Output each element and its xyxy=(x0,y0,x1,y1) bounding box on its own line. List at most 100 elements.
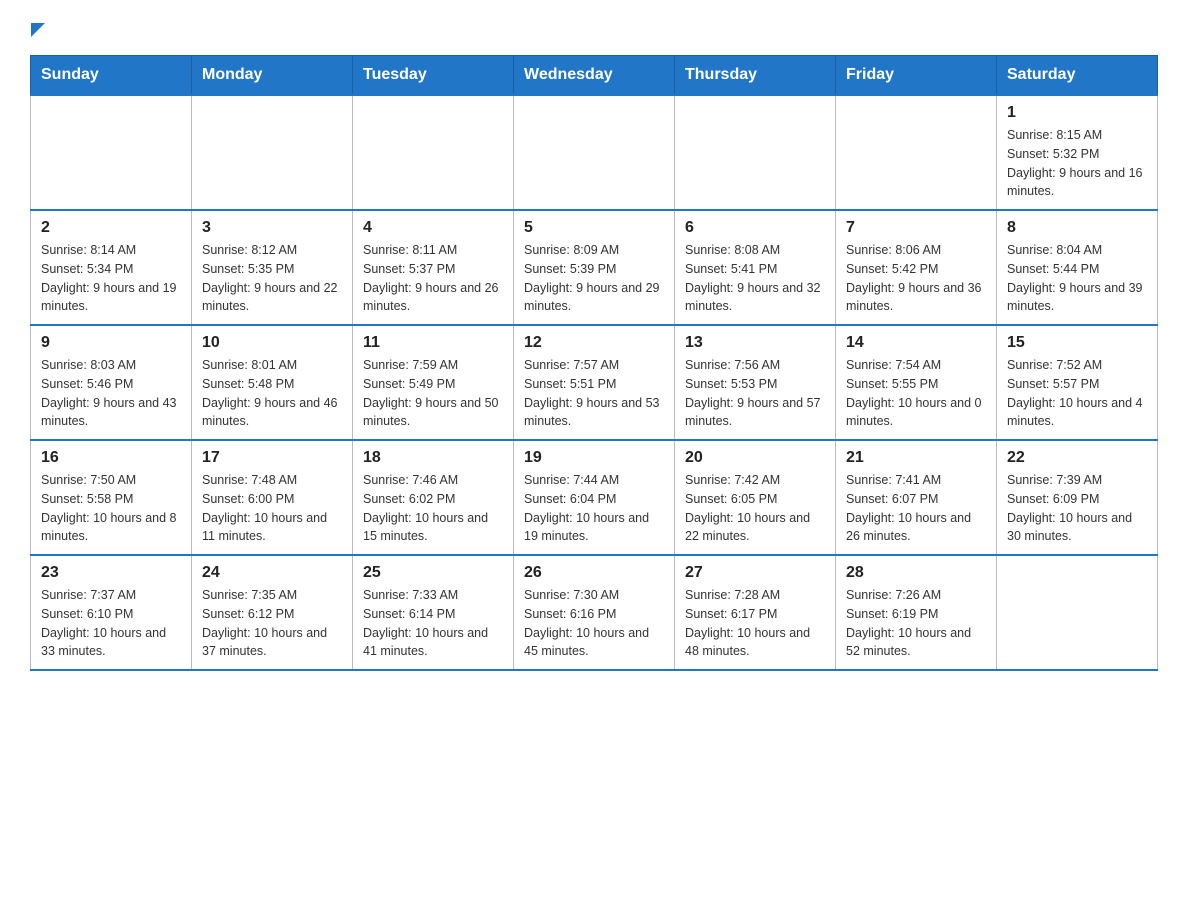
calendar-day-cell: 27 Sunrise: 7:28 AM Sunset: 6:17 PM Dayli… xyxy=(675,555,836,670)
day-number: 25 xyxy=(363,564,503,582)
calendar-day-cell: 1Sunrise: 8:15 AM Sunset: 5:32 PM Daylig… xyxy=(997,95,1158,210)
day-info: Sunrise: 8:08 AM Sunset: 5:41 PM Dayligh… xyxy=(685,241,825,316)
calendar-day-cell: 10 Sunrise: 8:01 AM Sunset: 5:48 PM Dayli… xyxy=(192,325,353,440)
calendar-day-cell: 24 Sunrise: 7:35 AM Sunset: 6:12 PM Dayli… xyxy=(192,555,353,670)
calendar-day-cell: 25 Sunrise: 7:33 AM Sunset: 6:14 PM Dayli… xyxy=(353,555,514,670)
calendar-day-cell: 6 Sunrise: 8:08 AM Sunset: 5:41 PM Daylig… xyxy=(675,210,836,325)
day-number: 28 xyxy=(846,564,986,582)
day-of-week-header: Monday xyxy=(192,56,353,96)
calendar-day-cell xyxy=(353,95,514,210)
calendar-day-cell: 28 Sunrise: 7:26 AM Sunset: 6:19 PM Dayli… xyxy=(836,555,997,670)
calendar-day-cell: 5Sunrise: 8:09 AM Sunset: 5:39 PM Daylig… xyxy=(514,210,675,325)
day-number: 3 xyxy=(202,219,342,237)
calendar-day-cell: 26 Sunrise: 7:30 AM Sunset: 6:16 PM Dayli… xyxy=(514,555,675,670)
calendar-day-cell: 23 Sunrise: 7:37 AM Sunset: 6:10 PM Dayli… xyxy=(31,555,192,670)
day-info: Sunrise: 8:11 AM Sunset: 5:37 PM Dayligh… xyxy=(363,241,503,316)
day-info: Sunrise: 7:28 AM Sunset: 6:17 PM Dayligh… xyxy=(685,586,825,661)
calendar-day-cell: 21 Sunrise: 7:41 AM Sunset: 6:07 PM Dayli… xyxy=(836,440,997,555)
calendar-week-row: 1Sunrise: 8:15 AM Sunset: 5:32 PM Daylig… xyxy=(31,95,1158,210)
calendar-week-row: 9 Sunrise: 8:03 AM Sunset: 5:46 PM Daylig… xyxy=(31,325,1158,440)
day-number: 4 xyxy=(363,219,503,237)
day-number: 26 xyxy=(524,564,664,582)
calendar-day-cell xyxy=(31,95,192,210)
day-number: 8 xyxy=(1007,219,1147,237)
day-number: 19 xyxy=(524,449,664,467)
calendar-day-cell xyxy=(514,95,675,210)
calendar-header-row: SundayMondayTuesdayWednesdayThursdayFrid… xyxy=(31,56,1158,96)
day-number: 15 xyxy=(1007,334,1147,352)
logo xyxy=(30,20,45,37)
day-number: 11 xyxy=(363,334,503,352)
day-number: 9 xyxy=(41,334,181,352)
day-info: Sunrise: 7:59 AM Sunset: 5:49 PM Dayligh… xyxy=(363,356,503,431)
day-of-week-header: Tuesday xyxy=(353,56,514,96)
day-of-week-header: Thursday xyxy=(675,56,836,96)
day-info: Sunrise: 7:37 AM Sunset: 6:10 PM Dayligh… xyxy=(41,586,181,661)
calendar-day-cell: 17 Sunrise: 7:48 AM Sunset: 6:00 PM Dayli… xyxy=(192,440,353,555)
day-number: 20 xyxy=(685,449,825,467)
day-info: Sunrise: 8:06 AM Sunset: 5:42 PM Dayligh… xyxy=(846,241,986,316)
day-info: Sunrise: 7:48 AM Sunset: 6:00 PM Dayligh… xyxy=(202,471,342,546)
day-number: 24 xyxy=(202,564,342,582)
calendar-day-cell: 2 Sunrise: 8:14 AM Sunset: 5:34 PM Daylig… xyxy=(31,210,192,325)
day-info: Sunrise: 7:26 AM Sunset: 6:19 PM Dayligh… xyxy=(846,586,986,661)
day-number: 6 xyxy=(685,219,825,237)
day-number: 21 xyxy=(846,449,986,467)
day-of-week-header: Friday xyxy=(836,56,997,96)
day-number: 14 xyxy=(846,334,986,352)
calendar-day-cell: 13 Sunrise: 7:56 AM Sunset: 5:53 PM Dayli… xyxy=(675,325,836,440)
calendar-day-cell: 8 Sunrise: 8:04 AM Sunset: 5:44 PM Daylig… xyxy=(997,210,1158,325)
page-header xyxy=(30,20,1158,37)
day-number: 12 xyxy=(524,334,664,352)
day-number: 13 xyxy=(685,334,825,352)
day-number: 18 xyxy=(363,449,503,467)
day-info: Sunrise: 7:39 AM Sunset: 6:09 PM Dayligh… xyxy=(1007,471,1147,546)
calendar-week-row: 23 Sunrise: 7:37 AM Sunset: 6:10 PM Dayli… xyxy=(31,555,1158,670)
day-info: Sunrise: 7:54 AM Sunset: 5:55 PM Dayligh… xyxy=(846,356,986,431)
day-number: 7 xyxy=(846,219,986,237)
day-number: 10 xyxy=(202,334,342,352)
day-info: Sunrise: 7:46 AM Sunset: 6:02 PM Dayligh… xyxy=(363,471,503,546)
calendar-day-cell: 18 Sunrise: 7:46 AM Sunset: 6:02 PM Dayli… xyxy=(353,440,514,555)
day-number: 27 xyxy=(685,564,825,582)
day-info: Sunrise: 8:04 AM Sunset: 5:44 PM Dayligh… xyxy=(1007,241,1147,316)
calendar-day-cell: 22 Sunrise: 7:39 AM Sunset: 6:09 PM Dayli… xyxy=(997,440,1158,555)
calendar-day-cell xyxy=(675,95,836,210)
calendar-day-cell xyxy=(836,95,997,210)
day-info: Sunrise: 7:35 AM Sunset: 6:12 PM Dayligh… xyxy=(202,586,342,661)
day-number: 2 xyxy=(41,219,181,237)
day-of-week-header: Saturday xyxy=(997,56,1158,96)
day-of-week-header: Wednesday xyxy=(514,56,675,96)
calendar-day-cell: 12 Sunrise: 7:57 AM Sunset: 5:51 PM Dayli… xyxy=(514,325,675,440)
day-info: Sunrise: 7:50 AM Sunset: 5:58 PM Dayligh… xyxy=(41,471,181,546)
calendar-day-cell: 20 Sunrise: 7:42 AM Sunset: 6:05 PM Dayli… xyxy=(675,440,836,555)
day-number: 16 xyxy=(41,449,181,467)
logo-arrow-icon xyxy=(31,23,45,37)
day-number: 17 xyxy=(202,449,342,467)
calendar-day-cell xyxy=(192,95,353,210)
day-info: Sunrise: 7:57 AM Sunset: 5:51 PM Dayligh… xyxy=(524,356,664,431)
calendar-day-cell: 14 Sunrise: 7:54 AM Sunset: 5:55 PM Dayli… xyxy=(836,325,997,440)
day-info: Sunrise: 7:56 AM Sunset: 5:53 PM Dayligh… xyxy=(685,356,825,431)
day-number: 23 xyxy=(41,564,181,582)
calendar-day-cell: 7 Sunrise: 8:06 AM Sunset: 5:42 PM Daylig… xyxy=(836,210,997,325)
day-info: Sunrise: 7:33 AM Sunset: 6:14 PM Dayligh… xyxy=(363,586,503,661)
day-info: Sunrise: 7:41 AM Sunset: 6:07 PM Dayligh… xyxy=(846,471,986,546)
day-info: Sunrise: 7:44 AM Sunset: 6:04 PM Dayligh… xyxy=(524,471,664,546)
calendar-day-cell: 11 Sunrise: 7:59 AM Sunset: 5:49 PM Dayli… xyxy=(353,325,514,440)
day-of-week-header: Sunday xyxy=(31,56,192,96)
day-info: Sunrise: 8:01 AM Sunset: 5:48 PM Dayligh… xyxy=(202,356,342,431)
calendar-day-cell: 19 Sunrise: 7:44 AM Sunset: 6:04 PM Dayli… xyxy=(514,440,675,555)
day-number: 22 xyxy=(1007,449,1147,467)
calendar-week-row: 2 Sunrise: 8:14 AM Sunset: 5:34 PM Daylig… xyxy=(31,210,1158,325)
day-info: Sunrise: 8:09 AM Sunset: 5:39 PM Dayligh… xyxy=(524,241,664,316)
calendar-day-cell xyxy=(997,555,1158,670)
day-info: Sunrise: 8:14 AM Sunset: 5:34 PM Dayligh… xyxy=(41,241,181,316)
day-info: Sunrise: 7:52 AM Sunset: 5:57 PM Dayligh… xyxy=(1007,356,1147,431)
day-info: Sunrise: 7:30 AM Sunset: 6:16 PM Dayligh… xyxy=(524,586,664,661)
calendar-day-cell: 15 Sunrise: 7:52 AM Sunset: 5:57 PM Dayli… xyxy=(997,325,1158,440)
day-info: Sunrise: 8:03 AM Sunset: 5:46 PM Dayligh… xyxy=(41,356,181,431)
calendar-day-cell: 4 Sunrise: 8:11 AM Sunset: 5:37 PM Daylig… xyxy=(353,210,514,325)
day-info: Sunrise: 7:42 AM Sunset: 6:05 PM Dayligh… xyxy=(685,471,825,546)
calendar-week-row: 16 Sunrise: 7:50 AM Sunset: 5:58 PM Dayli… xyxy=(31,440,1158,555)
